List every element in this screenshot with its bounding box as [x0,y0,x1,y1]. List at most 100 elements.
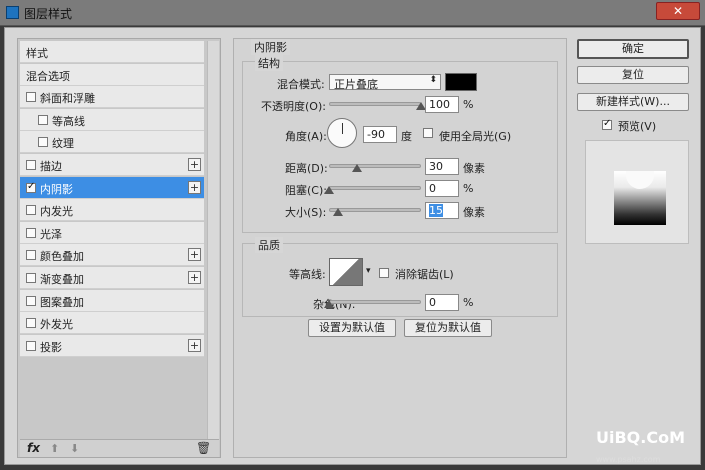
style-checkbox[interactable] [38,137,48,148]
antialias-label: 消除锯齿(L) [395,268,454,281]
style-list-item[interactable]: 样式 [20,41,204,63]
distance-label: 距离(D): [285,162,328,175]
fx-icon[interactable]: fx [27,441,40,455]
add-effect-icon[interactable]: + [188,180,201,194]
style-list-item[interactable]: 渐变叠加 + [20,267,204,289]
style-list-item[interactable]: 投影 + [20,334,204,357]
watermark-sub: www.psahz.com [596,455,661,464]
angle-unit: 度 [401,130,412,143]
distance-input[interactable]: 30 [425,158,459,175]
style-list-label: 投影 [40,340,62,354]
reset-default-button[interactable]: 复位为默认值 [404,319,492,337]
noise-slider[interactable] [329,300,421,304]
style-list-label: 内阴影 [40,182,73,196]
style-list-label: 颜色叠加 [40,250,84,264]
style-checkbox[interactable] [38,114,48,125]
inner-shadow-title: 内阴影 [251,39,290,55]
style-checkbox[interactable] [26,340,36,351]
contour-label: 等高线: [289,268,326,281]
style-list-label: 样式 [26,47,48,60]
noise-slider-thumb[interactable] [324,300,334,308]
choke-slider-thumb[interactable] [324,186,334,194]
blend-mode-label: 混合模式: [277,78,325,91]
choke-slider[interactable] [329,186,421,190]
style-list-label: 等高线 [52,114,85,128]
style-checkbox[interactable] [26,160,36,170]
move-up-icon[interactable]: ⬆ [50,442,59,455]
angle-dial[interactable] [327,118,357,148]
add-effect-icon[interactable]: + [188,338,201,352]
title-bar[interactable]: 图层样式 ✕ [0,0,705,26]
style-list-item[interactable]: 混合选项 [20,63,204,86]
antialias-checkbox[interactable] [379,268,389,278]
style-list-item[interactable]: 纹理 [20,131,204,154]
structure-group: 结构 混合模式: 正片叠底 ⬍ 不透明度(O): 100 % 角度(A): -9… [242,55,558,233]
size-label: 大小(S): [285,206,327,219]
size-input[interactable]: 15 [425,202,459,219]
style-list-item[interactable]: 内阴影 + [20,176,204,199]
style-checkbox[interactable] [26,227,36,238]
global-light-checkbox[interactable] [423,128,433,138]
style-list-item[interactable]: 外发光 [20,312,204,335]
style-checkbox[interactable] [26,295,36,306]
quality-title: 品质 [255,237,283,253]
style-list-label: 渐变叠加 [40,273,84,286]
choke-input[interactable]: 0 [425,180,459,197]
style-preview [585,140,689,244]
blend-mode-select[interactable]: 正片叠底 ⬍ [329,74,441,91]
reset-button[interactable]: 复位 [577,66,689,84]
contour-picker[interactable] [329,258,363,286]
style-list-scrollbar[interactable] [207,41,219,441]
style-list-item[interactable]: 图案叠加 [20,289,204,312]
style-checkbox[interactable] [26,250,36,261]
ok-button[interactable]: 确定 [577,39,689,59]
noise-label: 杂色(N): [313,298,356,311]
style-list-item[interactable]: 内发光 [20,199,204,222]
add-effect-icon[interactable]: + [188,248,201,262]
style-checkbox[interactable] [26,273,36,283]
opacity-slider[interactable] [329,102,421,106]
noise-input[interactable]: 0 [425,294,459,311]
distance-slider[interactable] [329,164,421,168]
window-title: 图层样式 [24,7,73,21]
style-checkbox[interactable] [26,205,36,216]
new-style-button[interactable]: 新建样式(W)... [577,93,689,111]
structure-title: 结构 [255,55,283,71]
choke-unit: % [463,182,474,195]
style-checkbox[interactable] [26,318,36,329]
select-arrows-icon: ⬍ [429,75,437,85]
style-list-item[interactable]: 描边 + [20,154,204,176]
style-list-label: 图案叠加 [40,295,84,309]
trash-icon[interactable]: 🗑 [196,441,211,455]
make-default-button[interactable]: 设置为默认值 [308,319,396,337]
style-list-item[interactable]: 光泽 [20,221,204,244]
style-list-item[interactable]: 等高线 [20,108,204,131]
style-list-item[interactable]: 斜面和浮雕 [20,86,204,109]
style-checkbox[interactable] [26,181,36,193]
quality-group: 品质 等高线: ▾ 消除锯齿(L) 杂色(N): 0 % [242,237,558,317]
noise-unit: % [463,296,474,309]
close-button[interactable]: ✕ [656,2,700,20]
layer-style-dialog: 样式混合选项斜面和浮雕等高线纹理描边 + 内阴影 + 内发光光泽颜色叠加 + 渐变叠加 + 图案… [4,27,701,465]
style-list-item[interactable]: 颜色叠加 + [20,244,204,267]
style-list-toolbar: fx ⬆ ⬇ 🗑 [20,439,219,457]
opacity-input[interactable]: 100 [425,96,459,113]
distance-slider-thumb[interactable] [351,164,362,172]
style-list-label: 混合选项 [26,69,70,83]
distance-unit: 像素 [463,162,485,175]
angle-input[interactable]: -90 [363,126,397,143]
add-effect-icon[interactable]: + [188,158,201,171]
preview-checkbox[interactable] [602,118,612,130]
size-slider-thumb[interactable] [333,208,344,216]
style-list: 样式混合选项斜面和浮雕等高线纹理描边 + 内阴影 + 内发光光泽颜色叠加 + 渐变叠加 + 图案… [17,38,221,458]
watermark: UiBQ.CoM www.psahz.com [596,428,705,466]
style-list-label: 描边 [40,160,62,173]
preview-label: 预览(V) [618,120,657,133]
move-down-icon[interactable]: ⬇ [70,442,79,455]
add-effect-icon[interactable]: + [188,271,201,284]
style-checkbox[interactable] [26,92,36,103]
preview-thumbnail [614,171,666,225]
style-list-label: 外发光 [40,318,73,332]
shadow-color-swatch[interactable] [445,73,477,91]
contour-dropdown-icon[interactable]: ▾ [366,266,371,276]
